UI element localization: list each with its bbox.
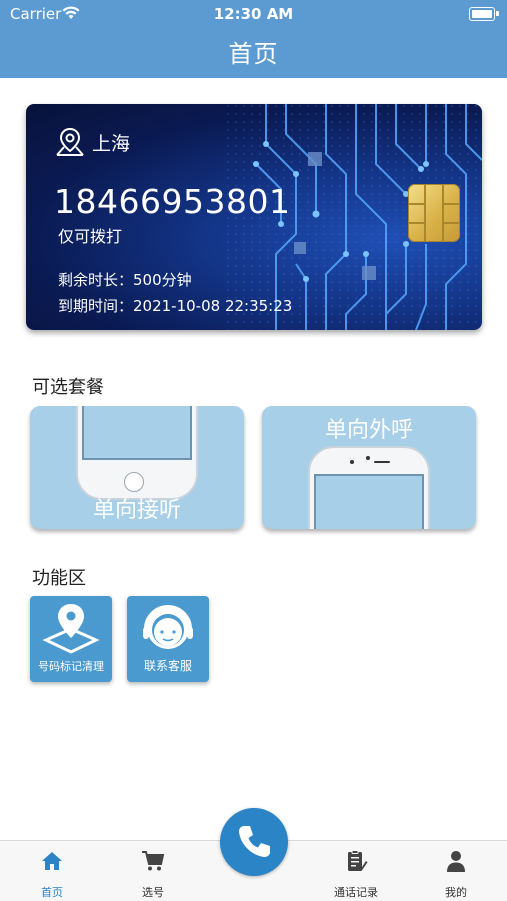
- home-icon: [42, 852, 62, 870]
- card-location: 上海: [54, 126, 130, 158]
- location-label: 上海: [92, 132, 131, 155]
- remaining-time: 剩余时长：500分钟: [58, 271, 192, 289]
- customer-service-icon: [143, 605, 193, 649]
- tab-label: 选号: [142, 886, 164, 899]
- tab-label: 通话记录: [334, 886, 378, 899]
- function-label: 联系客服: [143, 659, 192, 673]
- plan-label: 单向外呼: [324, 418, 413, 443]
- tab-label: 首页: [41, 886, 63, 899]
- plans-title: 可选套餐: [32, 377, 104, 398]
- phone-illustration: [76, 406, 198, 500]
- number-mark-clean-button[interactable]: 号码标记清理: [30, 596, 112, 682]
- nav-bar: Carrier 12:30 AM 首页: [0, 0, 507, 78]
- expiry-time: 到期时间：2021-10-08 22:35:23: [58, 297, 293, 315]
- plan-label: 单向接听: [92, 498, 181, 523]
- functions-title: 功能区: [32, 568, 86, 589]
- contact-support-button[interactable]: 联系客服: [127, 596, 209, 682]
- location-pin-icon: [56, 127, 84, 156]
- phone-number: 18466953801: [54, 182, 291, 221]
- tab-label: 我的: [445, 886, 467, 899]
- sim-chip-icon: [408, 184, 460, 242]
- battery-icon: [469, 7, 495, 21]
- map-pin-icon: [42, 604, 100, 654]
- page-title: 首页: [228, 40, 279, 68]
- function-label: 号码标记清理: [38, 660, 104, 673]
- call-log-icon: [348, 850, 368, 871]
- number-card[interactable]: 上海 18466953801 仅可拨打 剩余时长：500分钟 到期时间：2021…: [26, 104, 482, 330]
- plan-receive-only[interactable]: 单向接听: [30, 406, 244, 529]
- tab-mine[interactable]: 我的: [416, 841, 496, 901]
- tab-call-log[interactable]: 通话记录: [316, 841, 396, 901]
- status-bar: Carrier 12:30 AM: [0, 0, 507, 28]
- battery-tip: [496, 11, 499, 16]
- tab-home[interactable]: 首页: [12, 841, 92, 901]
- cart-icon: [142, 851, 165, 871]
- phone-illustration: [308, 446, 430, 529]
- status-time: 12:30 AM: [213, 5, 294, 23]
- dial-button[interactable]: [220, 808, 288, 876]
- call-restriction: 仅可拨打: [58, 227, 123, 246]
- plan-call-only[interactable]: 单向外呼: [262, 406, 476, 529]
- phone-call-icon: [239, 826, 270, 857]
- user-icon: [447, 851, 465, 872]
- tab-select-number[interactable]: 选号: [113, 841, 193, 901]
